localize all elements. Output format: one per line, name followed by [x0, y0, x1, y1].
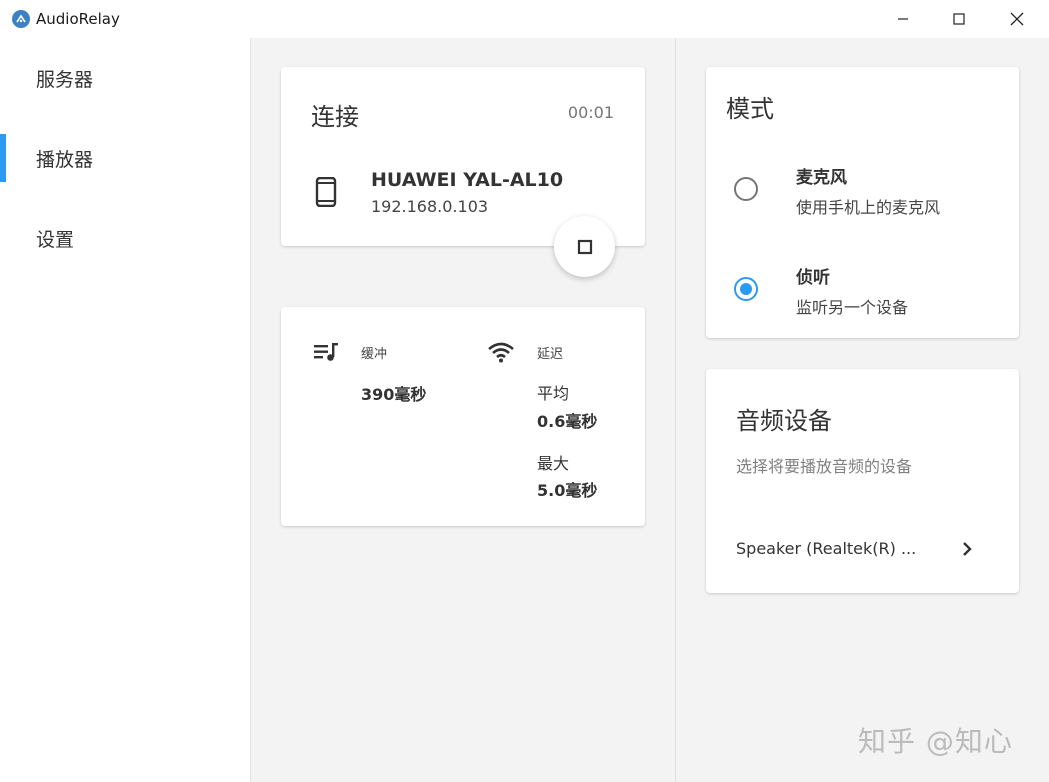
latency-label: 延迟: [537, 347, 564, 362]
latency-max-value: 5.0毫秒: [537, 481, 598, 500]
sidebar-item-settings[interactable]: 设置: [0, 198, 250, 278]
maximize-button[interactable]: [930, 0, 988, 38]
minimize-icon: [898, 18, 908, 20]
sidebar-item-server[interactable]: 服务器: [0, 38, 250, 118]
close-icon: [1010, 12, 1024, 26]
stop-button[interactable]: [554, 216, 615, 277]
smartphone-icon: [315, 176, 337, 211]
mode-option-desc: 使用手机上的麦克风: [796, 198, 941, 217]
latency-avg-label: 平均: [537, 384, 570, 403]
mode-card: 模式 麦克风 使用手机上的麦克风 侦听 监听另一个设备: [706, 67, 1019, 338]
sidebar-item-player[interactable]: 播放器: [0, 118, 250, 198]
sidebar-item-label: 播放器: [36, 148, 94, 171]
latency-max-label: 最大: [537, 454, 570, 473]
audio-device-title: 音频设备: [736, 407, 832, 435]
radio-dot: [740, 283, 752, 295]
app-logo-icon: [12, 10, 30, 28]
close-button[interactable]: [988, 0, 1046, 38]
mode-option-listen[interactable]: 侦听 监听另一个设备: [706, 249, 1019, 327]
device-ip: 192.168.0.103: [371, 197, 489, 216]
stats-card: 缓冲 390毫秒 延迟 平均 0.6毫秒 最大 5.0毫秒: [281, 307, 645, 526]
audio-device-desc: 选择将要播放音频的设备: [736, 457, 913, 476]
mode-option-microphone[interactable]: 麦克风 使用手机上的麦克风: [706, 149, 1019, 227]
audio-device-card: 音频设备 选择将要播放音频的设备 Speaker (Realtek(R) ...: [706, 369, 1019, 593]
column-divider: [675, 38, 676, 782]
playlist-icon: [313, 342, 339, 366]
window-title: AudioRelay: [36, 10, 120, 28]
mode-title: 模式: [726, 95, 774, 123]
buffer-label: 缓冲: [361, 347, 388, 362]
wifi-icon: [487, 341, 515, 367]
chevron-right-icon: [961, 541, 973, 561]
title-bar: AudioRelay: [0, 0, 1049, 38]
mode-option-desc: 监听另一个设备: [796, 298, 909, 317]
selected-audio-device: Speaker (Realtek(R) ...: [736, 539, 917, 558]
maximize-icon: [953, 13, 965, 25]
connection-title: 连接: [311, 103, 359, 131]
audio-device-selector[interactable]: Speaker (Realtek(R) ...: [706, 519, 1019, 575]
radio-listen[interactable]: [734, 277, 758, 301]
sidebar-item-label: 服务器: [36, 68, 94, 91]
active-indicator: [0, 134, 6, 182]
watermark: 知乎 @知心: [858, 725, 1013, 758]
minimize-button[interactable]: [874, 0, 932, 38]
stop-icon: [577, 239, 592, 254]
mode-option-title: 麦克风: [796, 168, 847, 188]
radio-microphone[interactable]: [734, 177, 758, 201]
latency-avg-value: 0.6毫秒: [537, 412, 598, 431]
sidebar: 服务器 播放器 设置: [0, 38, 251, 782]
device-name: HUAWEI YAL-AL10: [371, 169, 564, 191]
mode-option-title: 侦听: [796, 268, 830, 288]
buffer-value: 390毫秒: [361, 385, 427, 404]
sidebar-item-label: 设置: [36, 228, 75, 251]
connection-timer: 00:01: [567, 103, 614, 122]
